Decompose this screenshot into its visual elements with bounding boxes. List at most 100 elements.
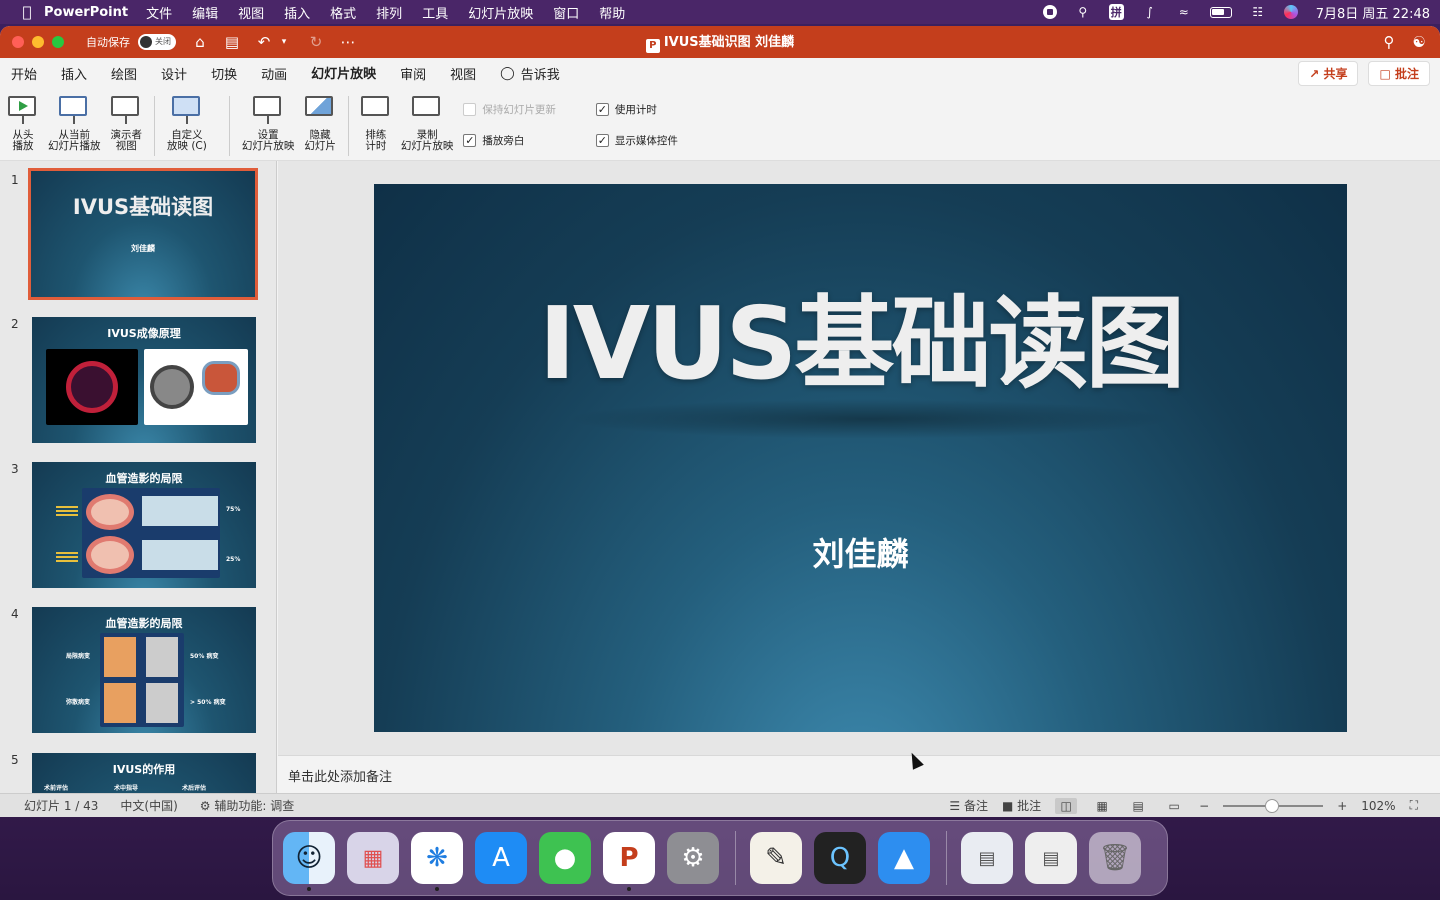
slide-sorter-icon[interactable]: ▦ [1091, 798, 1113, 814]
wifi-icon[interactable]: ≈ [1176, 5, 1192, 19]
tab-animations[interactable]: 动画 [261, 58, 287, 89]
trash-icon[interactable]: 🗑 [1089, 832, 1141, 884]
undo-dropdown-icon[interactable]: ▾ [276, 37, 292, 47]
show-media-controls-checkbox[interactable]: ✓ 显示媒体控件 [595, 133, 678, 148]
speaker-notes-field[interactable]: 单击此处添加备注 [278, 755, 1440, 793]
tab-home[interactable]: 开始 [11, 58, 37, 89]
screen-record-icon[interactable] [1042, 5, 1057, 19]
slide-editor-canvas[interactable]: IVUS基础读图 刘佳麟 [278, 161, 1440, 755]
use-timings-checkbox[interactable]: ✓ 使用计时 [595, 102, 678, 117]
notes-toggle[interactable]: ☰ 备注 [949, 797, 988, 814]
quicktime-icon[interactable]: Q [814, 832, 866, 884]
play-from-start-button[interactable]: 从头 播放 [8, 96, 38, 152]
undo-icon[interactable]: ↶ [256, 33, 272, 51]
downloads-stack-icon[interactable]: ▤ [961, 832, 1013, 884]
menu-window[interactable]: 窗口 [553, 3, 579, 22]
tab-transitions[interactable]: 切换 [211, 58, 237, 89]
share-button[interactable]: ↗ 共享 [1298, 60, 1359, 86]
comments-button[interactable]: □ 批注 [1368, 60, 1430, 86]
spotlight-search-icon[interactable]: ⚲ [1075, 5, 1091, 19]
slide-title[interactable]: IVUS基础读图 [374, 262, 1347, 407]
language-indicator[interactable]: 中文(中国) [120, 797, 177, 814]
current-slide[interactable]: IVUS基础读图 刘佳麟 [374, 184, 1347, 732]
ribbon-tab-bar: 开始 插入 绘图 设计 切换 动画 幻灯片放映 审阅 视图 ◯ 告诉我 ↗ 共享 … [0, 57, 1440, 90]
accessibility-check[interactable]: ⚙ 辅助功能: 调查 [200, 797, 294, 814]
save-icon[interactable]: ▤ [224, 33, 240, 51]
textedit-icon[interactable]: ✎ [750, 832, 802, 884]
menu-datetime[interactable]: 7月8日 周五 22:48 [1316, 3, 1430, 22]
tab-draw[interactable]: 绘图 [111, 58, 137, 89]
menu-insert[interactable]: 插入 [284, 3, 310, 22]
menu-arrange[interactable]: 排列 [376, 3, 402, 22]
zoom-level[interactable]: 102% [1361, 799, 1395, 813]
zoom-out-icon[interactable]: − [1199, 799, 1209, 813]
tab-insert[interactable]: 插入 [61, 58, 87, 89]
bluetooth-icon[interactable]: ∫ [1142, 5, 1158, 19]
tab-review[interactable]: 审阅 [400, 58, 426, 89]
presenter-view-button[interactable]: 演示者 视图 [111, 96, 142, 152]
siri-icon[interactable] [1283, 5, 1298, 19]
apple-icon[interactable]:  [10, 3, 44, 21]
zoom-window-button[interactable] [52, 36, 64, 48]
play-from-current-button[interactable]: 从当前 幻灯片播放 [48, 96, 101, 152]
setup-slideshow-button[interactable]: 设置 幻灯片放映 [242, 96, 294, 152]
tell-me-box[interactable]: ◯ 告诉我 [500, 58, 560, 89]
share-people-icon[interactable]: ☯ [1413, 33, 1426, 51]
zoom-slider-knob[interactable] [1265, 798, 1280, 813]
keep-slides-updated-checkbox[interactable]: 保持幻灯片更新 [463, 102, 556, 117]
slide-thumbnail-3[interactable]: 血管造影的局限 75% 25% [32, 462, 256, 588]
fit-to-window-icon[interactable]: ⛶ [1410, 798, 1418, 813]
slide-subtitle[interactable]: 刘佳麟 [374, 529, 1347, 575]
record-slideshow-button[interactable]: 录制 幻灯片放映 [401, 96, 453, 152]
app-store-icon[interactable]: A [475, 832, 527, 884]
slide-thumbnail-2[interactable]: IVUS成像原理 [32, 317, 256, 443]
rehearse-timings-button[interactable]: 排练 计时 [360, 96, 391, 152]
autosave-toggle[interactable]: 关闭 [138, 34, 176, 50]
comments-toggle[interactable]: ■ 批注 [1002, 797, 1041, 814]
slide-thumbnail-pane[interactable]: 1 IVUS基础读图 刘佳麟 2 IVUS成像原理 3 血管造影的局限 75% … [0, 161, 277, 793]
redo-icon[interactable]: ↻ [308, 33, 324, 51]
menu-view[interactable]: 视图 [238, 3, 264, 22]
close-window-button[interactable] [12, 36, 24, 48]
percent-label: 25% [226, 556, 241, 563]
powerpoint-icon[interactable]: P [603, 832, 655, 891]
launchpad-icon[interactable]: ▦ [347, 832, 399, 884]
menu-app-name[interactable]: PowerPoint [44, 5, 128, 20]
slideshow-view-icon[interactable]: ▭ [1163, 798, 1185, 814]
menu-tools[interactable]: 工具 [422, 3, 448, 22]
tab-design[interactable]: 设计 [161, 58, 187, 89]
control-center-icon[interactable]: ☷ [1250, 5, 1266, 19]
minimize-window-button[interactable] [32, 36, 44, 48]
finder-icon[interactable]: ☺ [283, 832, 335, 891]
menu-slideshow[interactable]: 幻灯片放映 [468, 3, 533, 22]
tab-slideshow[interactable]: 幻灯片放映 [311, 57, 377, 90]
custom-show-button[interactable]: 自定义 放映 (C) [167, 96, 207, 152]
search-icon[interactable]: ⚲ [1384, 33, 1395, 51]
input-method-icon[interactable]: 拼 [1108, 4, 1124, 20]
menu-edit[interactable]: 编辑 [192, 3, 218, 22]
slide-thumbnail-5[interactable]: IVUS的作用 术前评估 术中指导 术后评估 [32, 753, 256, 793]
menu-format[interactable]: 格式 [330, 3, 356, 22]
keynote-icon[interactable]: ▲ [878, 832, 930, 884]
system-preferences-icon[interactable]: ⚙ [667, 832, 719, 884]
slide-thumbnail-4[interactable]: 血管造影的局限 局限病变 弥散病变 50% 病变 > 50% 病变 [32, 607, 256, 733]
battery-icon[interactable] [1209, 6, 1232, 18]
play-from-current-label-2: 幻灯片播放 [48, 140, 101, 152]
screenshot-stack-icon[interactable]: ▤ [1025, 832, 1077, 884]
hide-slide-button[interactable]: 隐藏 幻灯片 [304, 96, 336, 152]
play-narration-checkbox[interactable]: ✓ 播放旁白 [463, 133, 556, 148]
tab-view[interactable]: 视图 [450, 58, 476, 89]
menu-help[interactable]: 帮助 [599, 3, 625, 22]
safari-icon[interactable]: ❋ [411, 832, 463, 891]
zoom-slider[interactable] [1223, 798, 1324, 813]
normal-view-icon[interactable]: ◫ [1055, 797, 1078, 814]
home-icon[interactable]: ⌂ [192, 33, 208, 51]
more-icon[interactable]: ⋯ [340, 33, 356, 51]
reading-view-icon[interactable]: ▤ [1127, 798, 1149, 814]
wechat-icon[interactable]: ● [539, 832, 591, 884]
zoom-in-icon[interactable]: + [1337, 799, 1347, 813]
check-icon: ✓ [463, 134, 477, 147]
document-title-text[interactable]: IVUS基础识图 刘佳麟 [664, 35, 794, 50]
menu-file[interactable]: 文件 [146, 3, 172, 22]
slide-thumbnail-1[interactable]: IVUS基础读图 刘佳麟 [28, 168, 258, 300]
